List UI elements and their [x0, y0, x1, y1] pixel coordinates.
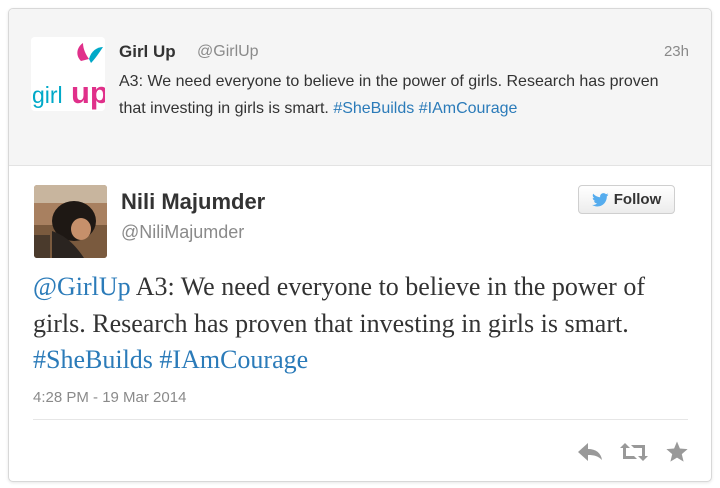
hashtag-link[interactable]: #SheBuilds [33, 345, 153, 374]
parent-tweet: girl up Girl Up @GirlUp 23h A3: We need … [9, 9, 711, 166]
parent-tweet-text: A3: We need everyone to believe in the p… [119, 68, 679, 122]
author-name[interactable]: Nili Majumder [121, 189, 265, 215]
embedded-tweet-card: girl up Girl Up @GirlUp 23h A3: We need … [8, 8, 712, 482]
avatar[interactable] [34, 185, 107, 258]
tweet-timestamp[interactable]: 4:28 PM - 19 Mar 2014 [33, 389, 186, 406]
girlup-logo-icon: girl up [31, 37, 105, 111]
tweet-actions [577, 441, 689, 468]
reply-icon[interactable] [577, 442, 603, 467]
hashtag-link[interactable]: #IAmCourage [419, 100, 518, 117]
parent-author-handle[interactable]: @GirlUp [197, 43, 259, 61]
hashtag-link[interactable]: #SheBuilds [333, 100, 414, 117]
twitter-bird-icon [591, 192, 609, 206]
retweet-icon[interactable] [619, 441, 649, 468]
svg-text:girl: girl [32, 82, 63, 108]
tweet-text: @GirlUp A3: We need everyone to believe … [33, 269, 693, 379]
svg-text:up: up [71, 75, 105, 110]
favorite-icon[interactable] [665, 441, 689, 468]
girlup-avatar[interactable]: girl up [31, 37, 105, 111]
parent-author-name[interactable]: Girl Up [119, 42, 176, 62]
hashtag-link[interactable]: #IAmCourage [159, 345, 308, 374]
profile-photo [34, 185, 107, 258]
follow-label: Follow [613, 191, 662, 208]
divider [33, 419, 688, 420]
mention-link[interactable]: @GirlUp [33, 272, 131, 301]
author-handle[interactable]: @NiliMajumder [121, 222, 244, 243]
parent-tweet-time[interactable]: 23h [664, 43, 689, 60]
follow-button[interactable]: Follow [578, 185, 675, 214]
